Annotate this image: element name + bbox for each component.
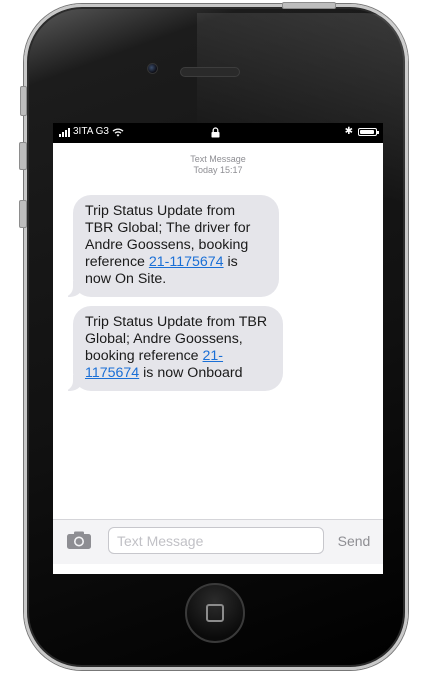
battery-icon (358, 128, 379, 136)
bluetooth-icon: ✱ (344, 126, 353, 137)
thread-title: Text Message (190, 154, 246, 164)
thread-timestamp: Today 15:17 (193, 165, 243, 175)
volume-down-button (19, 200, 27, 228)
message-input-bar: Send (53, 519, 383, 564)
thread-header: Text Message Today 15:17 (53, 154, 383, 176)
carrier-name: 3ITA G3 (73, 126, 109, 137)
send-button[interactable]: Send (329, 528, 379, 554)
lock-icon (211, 127, 220, 138)
home-square-icon (206, 604, 224, 622)
message-bubble[interactable]: Trip Status Update from TBR Global; The … (63, 195, 279, 297)
home-button[interactable] (185, 583, 245, 643)
message-list: Trip Status Update from TBR Global; The … (63, 195, 373, 391)
message-text: Trip Status Update from TBR Global; Andr… (85, 314, 268, 364)
earpiece-speaker (180, 67, 240, 77)
battery-level (360, 130, 374, 134)
mute-switch (20, 86, 27, 116)
power-button (282, 2, 336, 9)
message-input[interactable] (108, 527, 324, 554)
camera-icon[interactable] (66, 530, 92, 550)
phone-screen: 3ITA G3 ✱ Text Message Today 15:17 Trip … (53, 123, 383, 574)
message-bubble[interactable]: Trip Status Update from TBR Global; Andr… (63, 306, 283, 391)
message-thread[interactable]: Text Message Today 15:17 Trip Status Upd… (53, 143, 383, 519)
booking-reference-link[interactable]: 21-1175674 (149, 254, 224, 270)
message-text: is now Onboard (139, 365, 243, 381)
status-bar-left: 3ITA G3 (59, 127, 124, 137)
signal-icon (59, 128, 70, 137)
status-bar-right: ✱ (344, 126, 379, 137)
wifi-icon (112, 128, 124, 137)
status-bar: 3ITA G3 ✱ (53, 123, 383, 143)
volume-up-button (19, 142, 27, 170)
front-camera-icon (147, 63, 158, 74)
